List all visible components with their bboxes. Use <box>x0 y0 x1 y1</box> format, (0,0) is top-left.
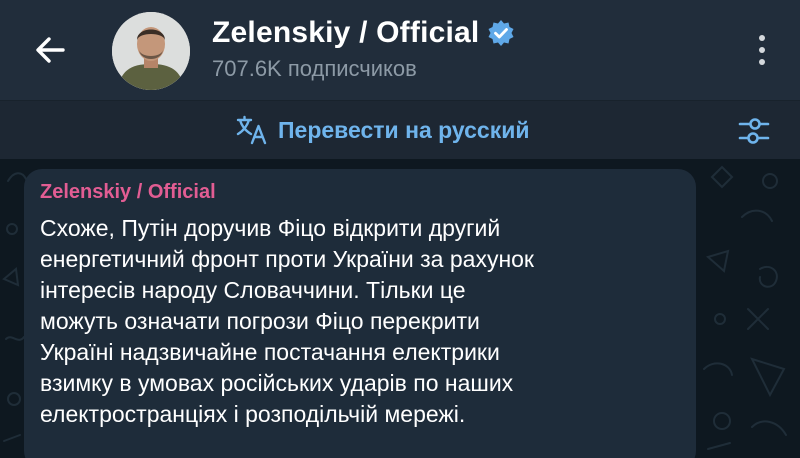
message-line: інтересів народу Словаччини. Тільки це <box>40 277 466 303</box>
more-options-button[interactable] <box>742 26 782 74</box>
translate-bar: Перевести на русский <box>0 100 800 159</box>
translate-icon <box>236 115 267 145</box>
channel-name: Zelenskiy / Official <box>212 16 480 49</box>
chat-area[interactable]: Zelenskiy / Official Схоже, Путін доручи… <box>0 159 800 458</box>
message-bubble[interactable]: Zelenskiy / Official Схоже, Путін доручи… <box>24 169 696 458</box>
message-line: енергетичний фронт проти України за раху… <box>40 246 534 272</box>
channel-avatar[interactable] <box>112 12 190 90</box>
avatar-photo <box>112 12 190 90</box>
back-button[interactable] <box>28 28 72 72</box>
message-line: Схоже, Путін доручив Фіцо відкрити други… <box>40 215 501 241</box>
translate-button[interactable]: Перевести на русский <box>236 115 529 145</box>
more-vertical-icon-dot <box>759 59 765 65</box>
more-vertical-icon <box>759 35 765 41</box>
message-line: взимку в умовах російських ударів по наш… <box>40 370 514 396</box>
message-line: Україні надзвичайне постачання електрики <box>40 339 500 365</box>
translate-label: Перевести на русский <box>278 116 530 143</box>
translate-settings-button[interactable] <box>736 115 772 147</box>
sliders-icon <box>738 118 770 144</box>
more-vertical-icon-dot <box>759 47 765 53</box>
arrow-left-icon <box>36 37 65 63</box>
message-author[interactable]: Zelenskiy / Official <box>40 181 216 204</box>
subscriber-count: 707.6K подписчиков <box>212 56 417 81</box>
message-line: можуть означати погрози Фіцо перекрити <box>40 308 480 334</box>
message-text: Схоже, Путін доручив Фіцо відкрити други… <box>40 213 690 430</box>
channel-header: Zelenskiy / Official 707.6K подписчиков <box>0 0 800 100</box>
verified-badge-icon <box>487 18 517 48</box>
channel-title-row[interactable]: Zelenskiy / Official <box>212 14 517 52</box>
message-line: електространціях і розподільчій мережі. <box>40 401 466 427</box>
